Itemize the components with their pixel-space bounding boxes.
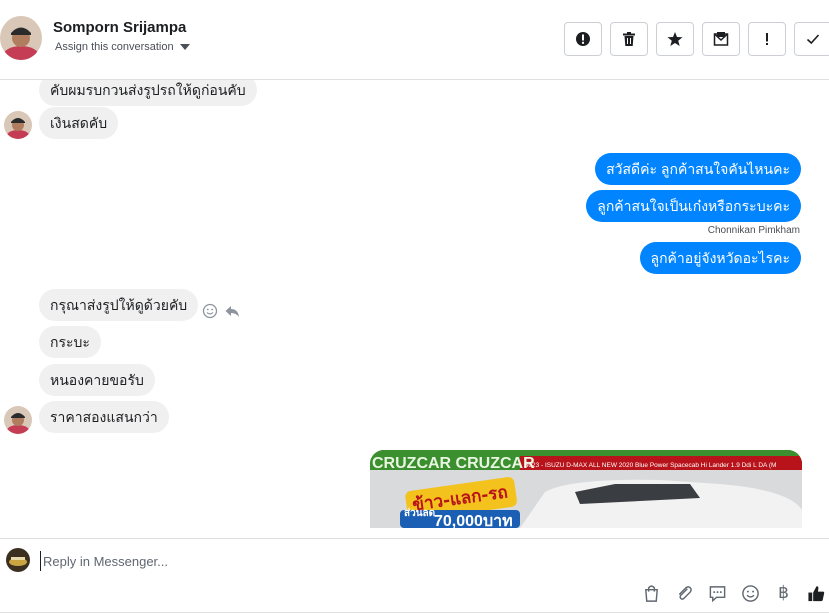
image-attachment[interactable]: CRUZCAR CRUZCAR B023 - ISUZU D-MAX ALL N… [370,450,802,528]
star-icon [667,32,683,46]
star-button[interactable] [656,22,694,56]
saved-replies-icon[interactable] [708,584,727,603]
divider [0,612,829,613]
composer-toolbar: ฿ [642,583,826,603]
exclamation-icon [766,33,768,45]
page-avatar [6,548,30,572]
reply-icon[interactable] [224,303,240,319]
banner-text: CRUZCAR CRUZCAR [372,455,535,472]
contact-name[interactable]: Somporn Srijampa [53,19,186,36]
mark-unread-button[interactable] [702,22,740,56]
conversation-header: Somporn Srijampa Assign this conversatio… [0,0,829,80]
car-caption: B023 - ISUZU D-MAX ALL NEW 2020 Blue Pow… [524,462,776,469]
reply-composer: ฿ [0,538,829,616]
emoji-icon[interactable] [741,584,760,603]
car-promo-image: CRUZCAR CRUZCAR B023 - ISUZU D-MAX ALL N… [370,450,802,528]
message-incoming[interactable]: กรุณาส่งรูปให้ดูด้วยคับ [39,289,199,321]
trash-icon [623,32,635,46]
reply-input[interactable] [40,551,540,571]
chevron-down-icon [179,44,190,50]
message-outgoing[interactable]: สวัสดีค่ะ ลูกค้าสนใจคันไหนคะ [595,153,801,185]
mark-done-button[interactable] [794,22,829,56]
assign-conversation-dropdown[interactable]: Assign this conversation [55,41,190,53]
message-incoming[interactable]: เงินสดคับ [39,107,119,139]
check-icon [806,34,820,45]
thumbs-up-icon[interactable] [807,584,826,603]
assign-label: Assign this conversation [55,41,174,53]
message-incoming[interactable]: กระบะ [39,326,101,358]
envelope-icon [713,32,729,46]
contact-avatar-small [4,111,32,139]
follow-up-button[interactable] [748,22,786,56]
conversation-toolbar [564,22,829,56]
contact-avatar-small [4,406,32,434]
discount-value: 70,000บาท [434,513,513,528]
message-thread[interactable]: คับผมรบกวนส่งรูปรถให้ดูก่อนคับ เงินสดคับ… [0,80,829,528]
message-outgoing[interactable]: ลูกค้าสนใจเป็นเก๋งหรือกระบะคะ [586,190,801,222]
delete-button[interactable] [610,22,648,56]
spam-button[interactable] [564,22,602,56]
emoji-react-icon[interactable] [202,303,218,319]
payment-baht-icon[interactable]: ฿ [774,583,793,603]
message-incoming[interactable]: หนองคายขอรับ [39,364,155,396]
sender-name: Chonnikan Pimkham [707,225,800,236]
message-incoming[interactable]: คับผมรบกวนส่งรูปรถให้ดูก่อนคับ [39,80,257,106]
message-incoming[interactable]: ราคาสองแสนกว่า [39,401,169,433]
message-outgoing[interactable]: ลูกค้าอยู่จังหวัดอะไรคะ [639,242,801,274]
shopping-bag-icon[interactable] [642,584,661,603]
contact-avatar[interactable] [0,16,42,60]
discount-label: ส่วนลด [404,507,435,519]
paperclip-icon[interactable] [675,584,694,603]
message-actions [202,303,240,319]
alert-circle-icon [576,32,590,46]
